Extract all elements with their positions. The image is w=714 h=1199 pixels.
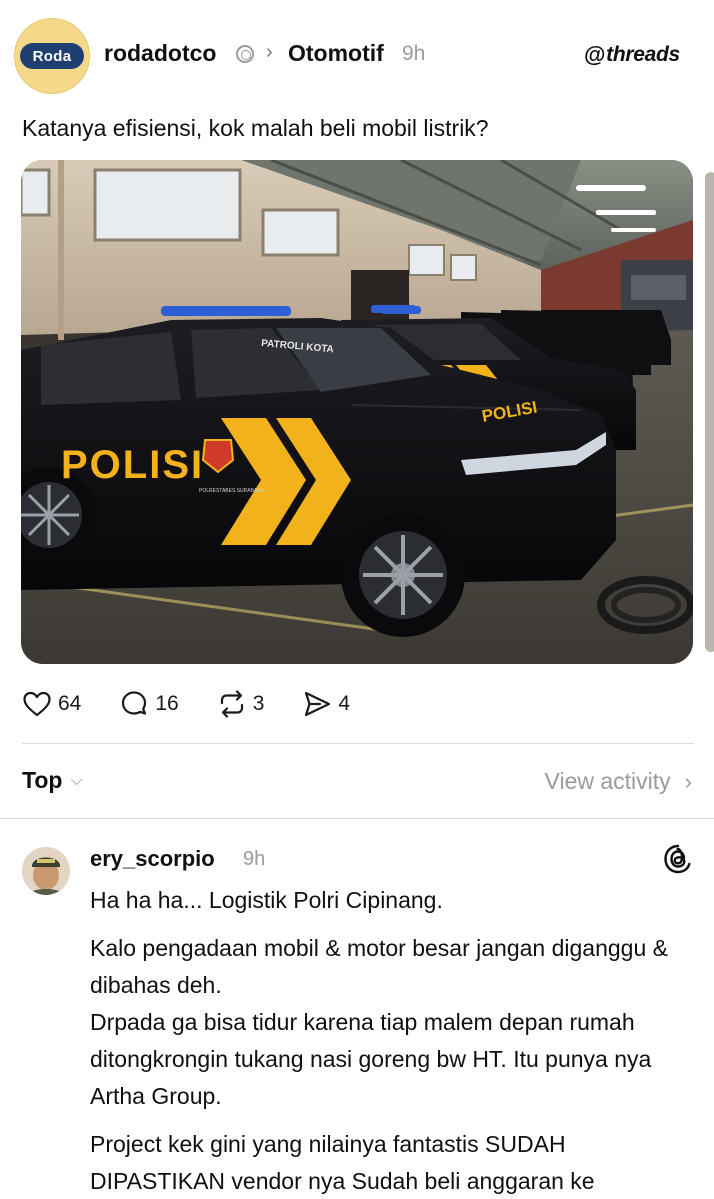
repost-count: 3: [252, 692, 265, 715]
post-time: 9h: [402, 42, 426, 65]
police-cars-image: POLISI POLISI PATROLI KOTA POLRESTABES S…: [21, 160, 693, 664]
view-activity-link[interactable]: View activity ›: [545, 768, 692, 795]
comment-icon: [122, 691, 147, 715]
post-header: Roda rodadotco › Otomotif 9h @ threads: [0, 0, 714, 110]
post-photo[interactable]: POLISI POLISI PATROLI KOTA POLRESTABES S…: [21, 160, 693, 664]
reply-paragraph: Project kek gini yang nilainya fantastis…: [90, 1131, 595, 1194]
reply-paragraph: Drpada ga bisa tidur karena tiap malem d…: [90, 1009, 652, 1109]
share-count: 4: [338, 692, 351, 715]
sort-dropdown[interactable]: Top ⌵: [22, 767, 83, 794]
topic-tag[interactable]: Otomotif: [288, 40, 384, 67]
reply-paragraph: Kalo pengadaan mobil & motor besar janga…: [90, 935, 668, 998]
threads-mark-icon: @: [584, 42, 606, 67]
divider: [22, 743, 694, 744]
share-button[interactable]: 4: [302, 689, 350, 719]
send-icon: [305, 691, 331, 717]
repost-button[interactable]: 3: [217, 689, 265, 719]
verified-icon: [236, 45, 254, 63]
view-activity-label: View activity: [544, 768, 671, 794]
divider: [0, 818, 714, 819]
post-actions: 64 16 3 4: [22, 686, 388, 722]
reply-avatar[interactable]: [22, 847, 70, 895]
chevron-right-icon: ›: [684, 768, 692, 794]
roda-logo-text: Roda: [32, 47, 72, 65]
threads-wordmark: threads: [606, 43, 680, 66]
chevron-down-icon: ⌵: [70, 771, 83, 789]
chevron-right-icon: ›: [266, 41, 273, 63]
heart-icon: [23, 691, 51, 717]
threads-icon[interactable]: [662, 843, 694, 875]
author-avatar[interactable]: Roda: [14, 18, 90, 94]
reply-button[interactable]: 16: [119, 689, 179, 719]
reply-username[interactable]: ery_scorpio: [90, 846, 215, 872]
like-button[interactable]: 64: [22, 689, 81, 719]
threads-logo: @ threads: [584, 42, 680, 68]
sort-label: Top: [22, 767, 63, 793]
roda-logo: Roda: [20, 43, 84, 69]
polisi-door-text: POLISI: [61, 443, 204, 487]
reply-text: Ha ha ha... Logistik Polri Cipinang. Kal…: [90, 882, 700, 1199]
reply-time: 9h: [243, 848, 266, 870]
avatar-photo: [22, 847, 70, 895]
like-count: 64: [58, 692, 82, 715]
author-username[interactable]: rodadotco: [104, 40, 216, 67]
next-photo-preview[interactable]: [705, 172, 714, 652]
reply-count: 16: [155, 692, 179, 715]
reply-paragraph: Ha ha ha... Logistik Polri Cipinang.: [90, 887, 443, 913]
post-caption: Katanya efisiensi, kok malah beli mobil …: [22, 115, 489, 141]
polrestabes-door-text: POLRESTABES SURABAYA: [199, 488, 264, 494]
repost-icon: [220, 690, 243, 718]
